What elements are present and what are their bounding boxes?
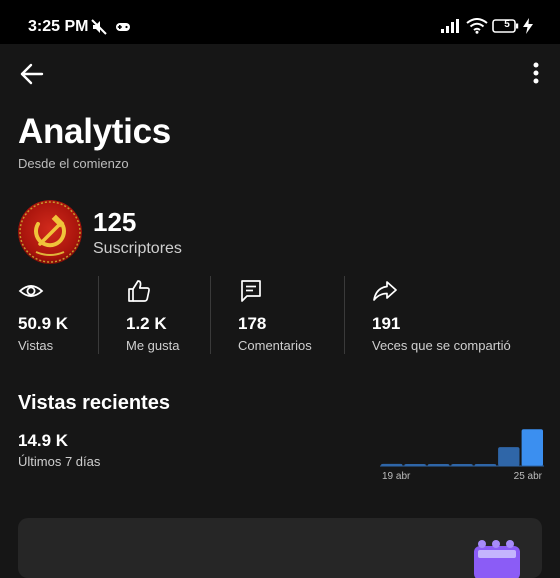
chart-bar-24-abr [498,447,520,466]
page-subtitle: Desde el comienzo [18,156,129,171]
chart-tick-last: 25 abr [514,471,543,482]
stat-divider [344,276,345,354]
app-bar [0,44,560,104]
no-sound-icon [91,19,107,35]
signal-icon [441,19,459,33]
stat-comments-label: Comentarios [238,338,312,353]
recent-views-value: 14.9 K [18,431,69,450]
stat-views-label: Vistas [18,338,54,353]
subscribers-count: 125 [93,207,137,237]
stat-likes-label: Me gusta [126,338,180,353]
wifi-icon [466,18,488,34]
status-time: 3:25 PM [28,18,89,35]
arrow-left-icon[interactable] [16,58,48,90]
status-bar: 3:25 PM 5 [0,0,560,44]
stat-views-value: 50.9 K [18,314,69,333]
charging-icon [523,18,533,34]
stat-comments-value: 178 [238,314,267,333]
recent-views-chart[interactable]: 19 abr 25 abr [380,420,544,486]
stat-shares-label: Veces que se compartió [372,338,511,353]
promo-card[interactable] [18,518,542,578]
recent-views-title: Vistas recientes [18,392,170,414]
more-vertical-icon[interactable] [520,58,552,90]
share-icon [373,281,397,301]
subscribers-label: Suscriptores [93,240,182,257]
recent-views-period: Últimos 7 días [18,454,101,469]
promo-illustration-icon [474,540,520,578]
comment-icon [241,280,261,302]
eye-icon [18,285,44,297]
hammer-sickle-icon [18,200,82,264]
stat-likes-value: 1.2 K [126,314,167,333]
stat-divider [98,276,99,354]
battery-level: 5 [504,19,510,30]
chart-tick-first: 19 abr [382,471,411,482]
page-title: Analytics [18,112,171,151]
stat-shares-value: 191 [372,314,401,333]
thumbs-up-icon [128,280,150,302]
chart-bar-25-abr [521,429,543,467]
stat-divider [210,276,211,354]
gamepad-icon [116,23,130,31]
channel-avatar[interactable] [18,200,82,264]
